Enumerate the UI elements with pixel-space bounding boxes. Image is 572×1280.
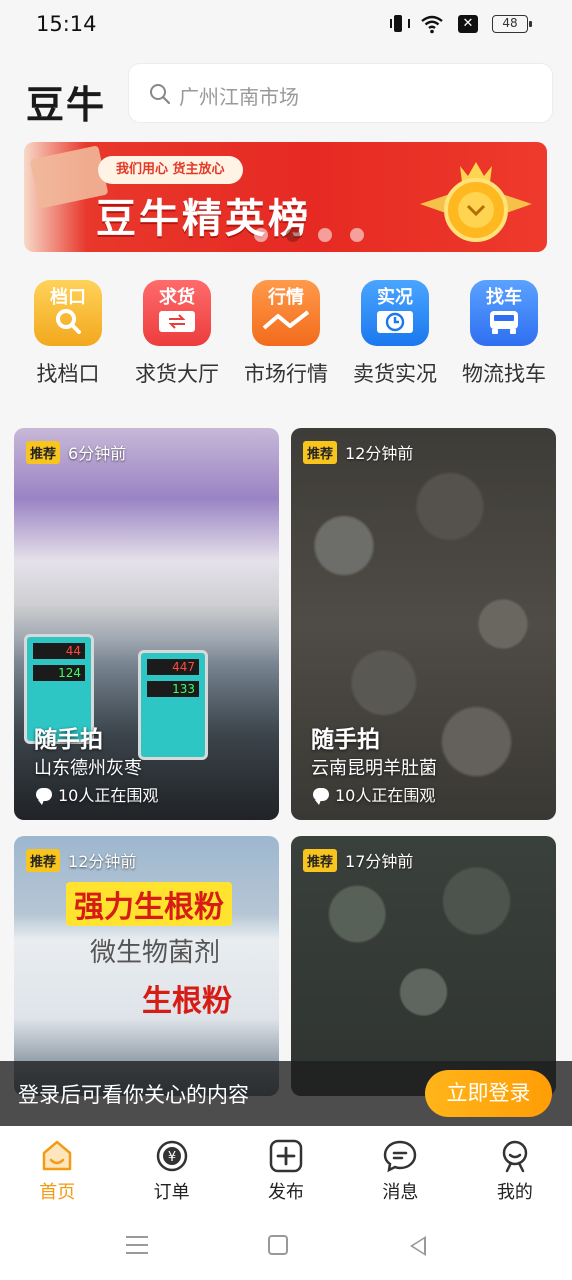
card-subtitle: 山东德州灰枣: [34, 758, 142, 779]
post-time: 17分钟前: [345, 852, 414, 871]
tab-messages[interactable]: 消息: [343, 1126, 457, 1212]
banner-dot[interactable]: [254, 228, 268, 242]
product-label-name: 生根粉: [142, 984, 232, 1019]
tab-orders[interactable]: ¥ 订单: [114, 1126, 228, 1212]
product-label-sub: 微生物菌剂: [90, 938, 221, 968]
viewer-count: 10人正在围观: [313, 782, 435, 806]
system-nav-bar: [0, 1212, 572, 1280]
recommend-badge: 推荐: [303, 440, 338, 464]
card-subtitle: 云南昆明羊肚菌: [311, 758, 437, 779]
search-bar[interactable]: 广州江南市场: [128, 63, 553, 123]
quick-nav: 档口 找档口 求货 求货大厅 行情 市场行情 实况 卖货实况 找车 物流找车: [0, 280, 572, 390]
login-button[interactable]: 立即登录: [425, 1070, 552, 1117]
truck-icon: 找车: [470, 280, 538, 346]
tab-label: 消息: [382, 1182, 419, 1203]
quicknav-find-stall[interactable]: 档口 找档口: [14, 280, 122, 390]
trend-chart-icon: 行情: [252, 280, 320, 346]
product-label-title: 强力生根粉: [66, 882, 232, 926]
banner-dot[interactable]: [350, 228, 364, 242]
post-time: 12分钟前: [68, 852, 137, 871]
post-time: 12分钟前: [345, 444, 414, 463]
banner-dot-active[interactable]: [286, 228, 300, 242]
card-meta: 推荐 12分钟前: [303, 440, 413, 464]
banner-pagination: [254, 228, 364, 242]
status-time: 15:14: [36, 12, 97, 36]
back-button[interactable]: [410, 1236, 426, 1256]
header: 豆牛 广州江南市场: [0, 50, 572, 136]
stall-search-icon: 档口: [34, 280, 102, 346]
card-meta: 推荐 6分钟前: [26, 440, 126, 464]
quicknav-label: 找档口: [36, 362, 100, 386]
login-prompt-text: 登录后可看你关心的内容: [18, 1083, 249, 1107]
quicknav-request-hall[interactable]: 求货 求货大厅: [123, 280, 231, 390]
tab-profile[interactable]: 我的: [458, 1126, 572, 1212]
battery-icon: 48: [492, 15, 532, 33]
vibrate-icon: [390, 14, 410, 34]
message-bubble-icon: [384, 1140, 417, 1173]
feed-card[interactable]: 推荐 12分钟前 随手拍 云南昆明羊肚菌 10人正在围观: [291, 428, 556, 820]
login-prompt-bar: 登录后可看你关心的内容 立即登录: [0, 1061, 572, 1126]
card-title: 随手拍: [34, 727, 103, 753]
promo-banner[interactable]: 我们用心 货主放心 豆牛精英榜: [24, 142, 547, 252]
tab-home[interactable]: 首页: [0, 1126, 114, 1212]
magnifier-glyph: [56, 309, 81, 334]
search-icon: [150, 84, 171, 105]
svg-text:¥: ¥: [167, 1150, 175, 1165]
chat-bubble-icon: [36, 787, 52, 805]
feed-card[interactable]: 推荐 12分钟前 强力生根粉 微生物菌剂 生根粉: [14, 836, 279, 1096]
quicknav-label: 求货大厅: [135, 362, 219, 386]
bottom-tab-bar: 首页 ¥ 订单 发布 消息 我的: [0, 1126, 572, 1212]
wifi-icon: [421, 15, 443, 34]
quicknav-label: 物流找车: [462, 362, 546, 386]
recommend-badge: 推荐: [303, 848, 338, 872]
plus-square-icon: [269, 1139, 303, 1173]
recent-apps-button[interactable]: [126, 1236, 148, 1254]
post-time: 6分钟前: [68, 444, 127, 463]
viewer-count: 10人正在围观: [36, 782, 158, 806]
card-meta: 推荐 12分钟前: [26, 848, 136, 872]
chat-bubble-icon: [313, 787, 329, 805]
card-title: 随手拍: [311, 727, 380, 753]
exchange-glyph: [159, 311, 195, 332]
app-logo: 豆牛: [26, 83, 107, 127]
tab-label: 发布: [268, 1182, 305, 1203]
order-yen-icon: ¥: [156, 1140, 187, 1172]
home-button[interactable]: [268, 1235, 288, 1255]
quicknav-label: 卖货实况: [353, 362, 437, 386]
tab-label: 订单: [153, 1182, 190, 1203]
recommend-badge: 推荐: [26, 440, 61, 464]
no-sim-icon: ✕: [458, 15, 478, 33]
scale-display: 447 133: [138, 650, 208, 760]
clock-icon: 实况: [361, 280, 429, 346]
quicknav-market-quotes[interactable]: 行情 市场行情: [232, 280, 340, 390]
profile-icon: [502, 1140, 528, 1173]
recommend-badge: 推荐: [26, 848, 61, 872]
tab-label: 首页: [39, 1182, 76, 1203]
home-icon: [42, 1140, 72, 1171]
banner-dot[interactable]: [318, 228, 332, 242]
quicknav-live-sales[interactable]: 实况 卖货实况: [341, 280, 449, 390]
banner-tag: 我们用心 货主放心: [98, 156, 243, 184]
search-placeholder: 广州江南市场: [179, 85, 299, 109]
clock-glyph: [377, 311, 413, 333]
trend-glyph: [262, 310, 310, 330]
truck-glyph: [490, 311, 518, 334]
status-icons: ✕ 48: [390, 14, 532, 34]
crown-medal-icon: [420, 162, 532, 242]
status-bar: 15:14 ✕ 48: [0, 0, 572, 50]
quicknav-logistics[interactable]: 找车 物流找车: [450, 280, 558, 390]
feed-card[interactable]: 推荐 17分钟前: [291, 836, 556, 1096]
tab-label: 我的: [496, 1182, 533, 1203]
quicknav-label: 市场行情: [244, 362, 328, 386]
tab-publish[interactable]: 发布: [229, 1126, 343, 1212]
exchange-icon: 求货: [143, 280, 211, 346]
card-meta: 推荐 17分钟前: [303, 848, 413, 872]
feed-card[interactable]: 44 124 447 133 推荐 6分钟前 随手拍 山东德州灰枣 10人正在围…: [14, 428, 279, 820]
